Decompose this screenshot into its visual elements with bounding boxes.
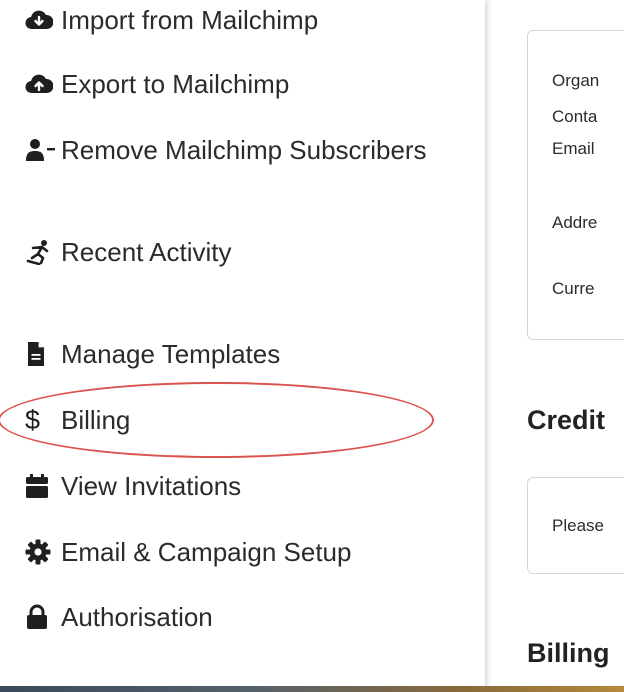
sidebar-item-label: View Invitations	[61, 471, 242, 501]
cloud-download-icon	[25, 6, 61, 34]
lock-icon	[25, 603, 61, 631]
gear-icon	[25, 538, 61, 566]
credit-heading: Credit	[527, 405, 606, 435]
sidebar-item-label: Remove Mailchimp Subscribers	[61, 135, 427, 165]
sidebar-item-remove-subscribers[interactable]: Remove Mailchimp Subscribers	[25, 136, 427, 164]
sidebar-item-label: Recent Activity	[61, 237, 232, 267]
credit-card: Please	[527, 477, 624, 574]
sidebar-item-label: Manage Templates	[61, 339, 281, 369]
sidebar-item-email-campaign-setup[interactable]: Email & Campaign Setup	[25, 538, 351, 566]
main-content: Organ Conta Email Addre Curre Credit Ple…	[485, 0, 624, 692]
details-line-contact: Conta	[552, 107, 598, 126]
billing-heading: Billing	[527, 638, 610, 668]
user-minus-icon	[25, 136, 61, 164]
sidebar-item-billing[interactable]: $ Billing	[25, 404, 131, 435]
bottom-edge-strip	[0, 686, 624, 692]
details-line-email: Email	[552, 139, 595, 158]
sidebar-item-label: Billing	[61, 405, 131, 435]
sidebar-item-import-mailchimp[interactable]: Import from Mailchimp	[25, 6, 318, 34]
details-line-organisation: Organ	[552, 71, 600, 90]
sidebar-item-label: Authorisation	[61, 602, 213, 632]
details-line-currency: Curre	[552, 279, 595, 298]
details-line-address: Addre	[552, 213, 598, 232]
sidebar: Import from Mailchimp Export to Mailchim…	[0, 0, 485, 692]
sidebar-item-label: Export to Mailchimp	[61, 69, 290, 99]
account-details-card: Organ Conta Email Addre Curre	[527, 30, 624, 340]
calendar-icon	[25, 472, 61, 500]
sidebar-item-authorisation[interactable]: Authorisation	[25, 603, 213, 631]
sidebar-item-export-mailchimp[interactable]: Export to Mailchimp	[25, 70, 289, 98]
credit-card-text: Please	[552, 516, 604, 535]
sidebar-item-label: Import from Mailchimp	[61, 5, 319, 35]
sidebar-item-view-invitations[interactable]: View Invitations	[25, 472, 241, 500]
sidebar-item-label: Email & Campaign Setup	[61, 537, 352, 567]
file-icon	[25, 340, 61, 368]
sidebar-item-manage-templates[interactable]: Manage Templates	[25, 340, 280, 368]
dollar-icon: $	[25, 404, 41, 435]
sidebar-item-recent-activity[interactable]: Recent Activity	[25, 238, 232, 266]
skater-icon	[25, 238, 61, 266]
cloud-upload-icon	[25, 70, 61, 98]
